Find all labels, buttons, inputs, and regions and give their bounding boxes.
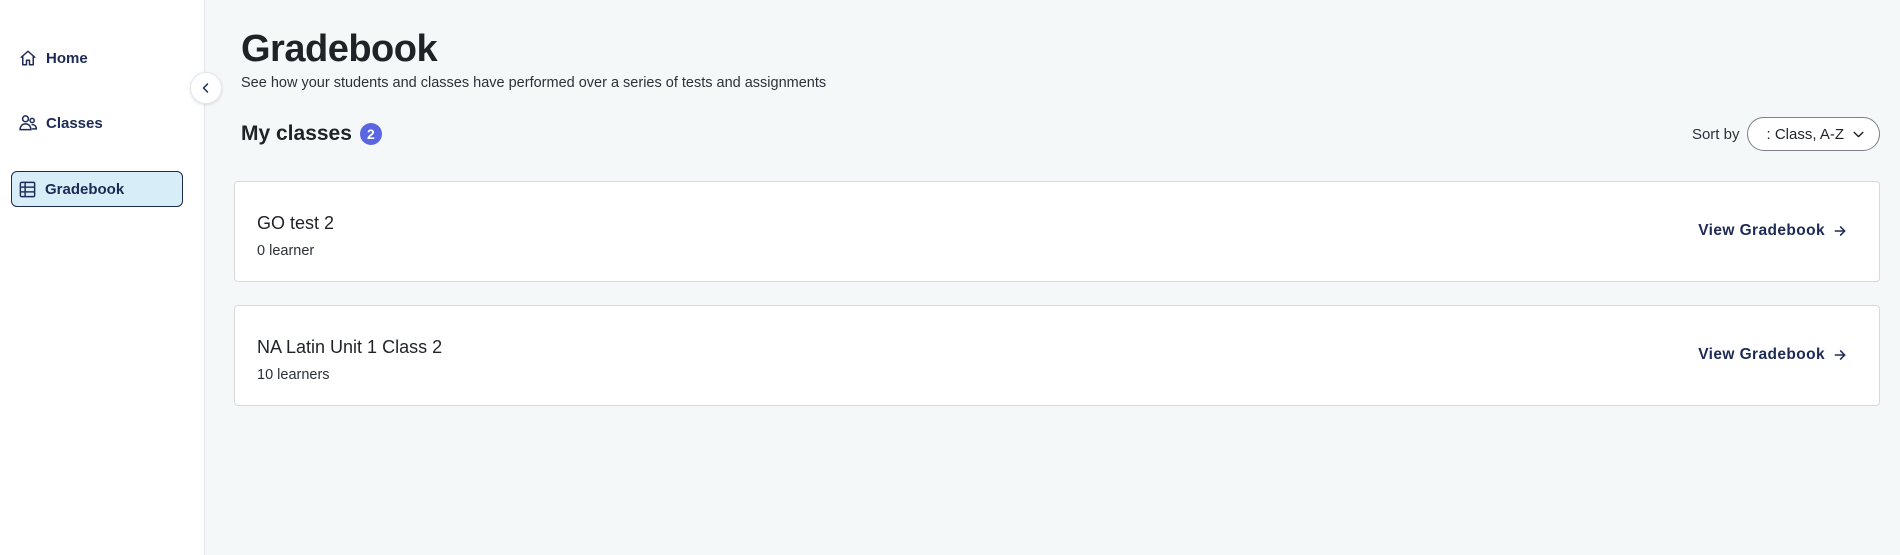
sidebar-item-classes[interactable]: Classes: [11, 105, 183, 141]
sidebar-item-label: Gradebook: [45, 180, 125, 198]
sidebar: Home Classes Gradebook: [0, 0, 205, 555]
chevron-left-icon: [200, 82, 212, 94]
collapse-sidebar-button[interactable]: [190, 72, 222, 104]
sort-selected-value: : Class, A-Z: [1766, 125, 1844, 143]
sidebar-item-label: Classes: [46, 114, 103, 132]
section-title-text: My classes: [241, 122, 352, 145]
sidebar-item-label: Home: [46, 49, 88, 67]
class-card: GO test 2 0 learner View Gradebook: [234, 181, 1880, 282]
main-content: Gradebook See how your students and clas…: [205, 0, 1900, 555]
sort-control: Sort by : Class, A-Z: [1692, 117, 1880, 151]
sort-label: Sort by: [1691, 125, 1740, 143]
my-classes-heading: My classes 2: [241, 122, 382, 146]
arrow-right-icon: [1833, 224, 1847, 238]
class-name: GO test 2: [257, 213, 335, 233]
learner-count: 10 learners: [257, 367, 330, 383]
sidebar-item-home[interactable]: Home: [11, 40, 183, 76]
sidebar-item-gradebook[interactable]: Gradebook: [11, 171, 183, 207]
table-icon: [17, 179, 37, 199]
page-subtitle: See how your students and classes have p…: [241, 75, 827, 91]
arrow-right-icon: [1833, 348, 1847, 362]
view-gradebook-label: View Gradebook: [1698, 346, 1825, 363]
page-title: Gradebook: [241, 28, 438, 70]
class-name: NA Latin Unit 1 Class 2: [257, 337, 443, 357]
learner-count: 0 learner: [257, 243, 315, 259]
users-icon: [18, 113, 38, 133]
sort-dropdown[interactable]: : Class, A-Z: [1747, 117, 1880, 151]
home-icon: [18, 48, 38, 68]
chevron-down-icon: [1852, 128, 1865, 141]
view-gradebook-link[interactable]: View Gradebook: [1698, 222, 1847, 240]
view-gradebook-link[interactable]: View Gradebook: [1698, 346, 1847, 364]
classes-count-badge: 2: [359, 123, 382, 145]
view-gradebook-label: View Gradebook: [1698, 222, 1825, 239]
class-card: NA Latin Unit 1 Class 2 10 learners View…: [234, 305, 1880, 406]
